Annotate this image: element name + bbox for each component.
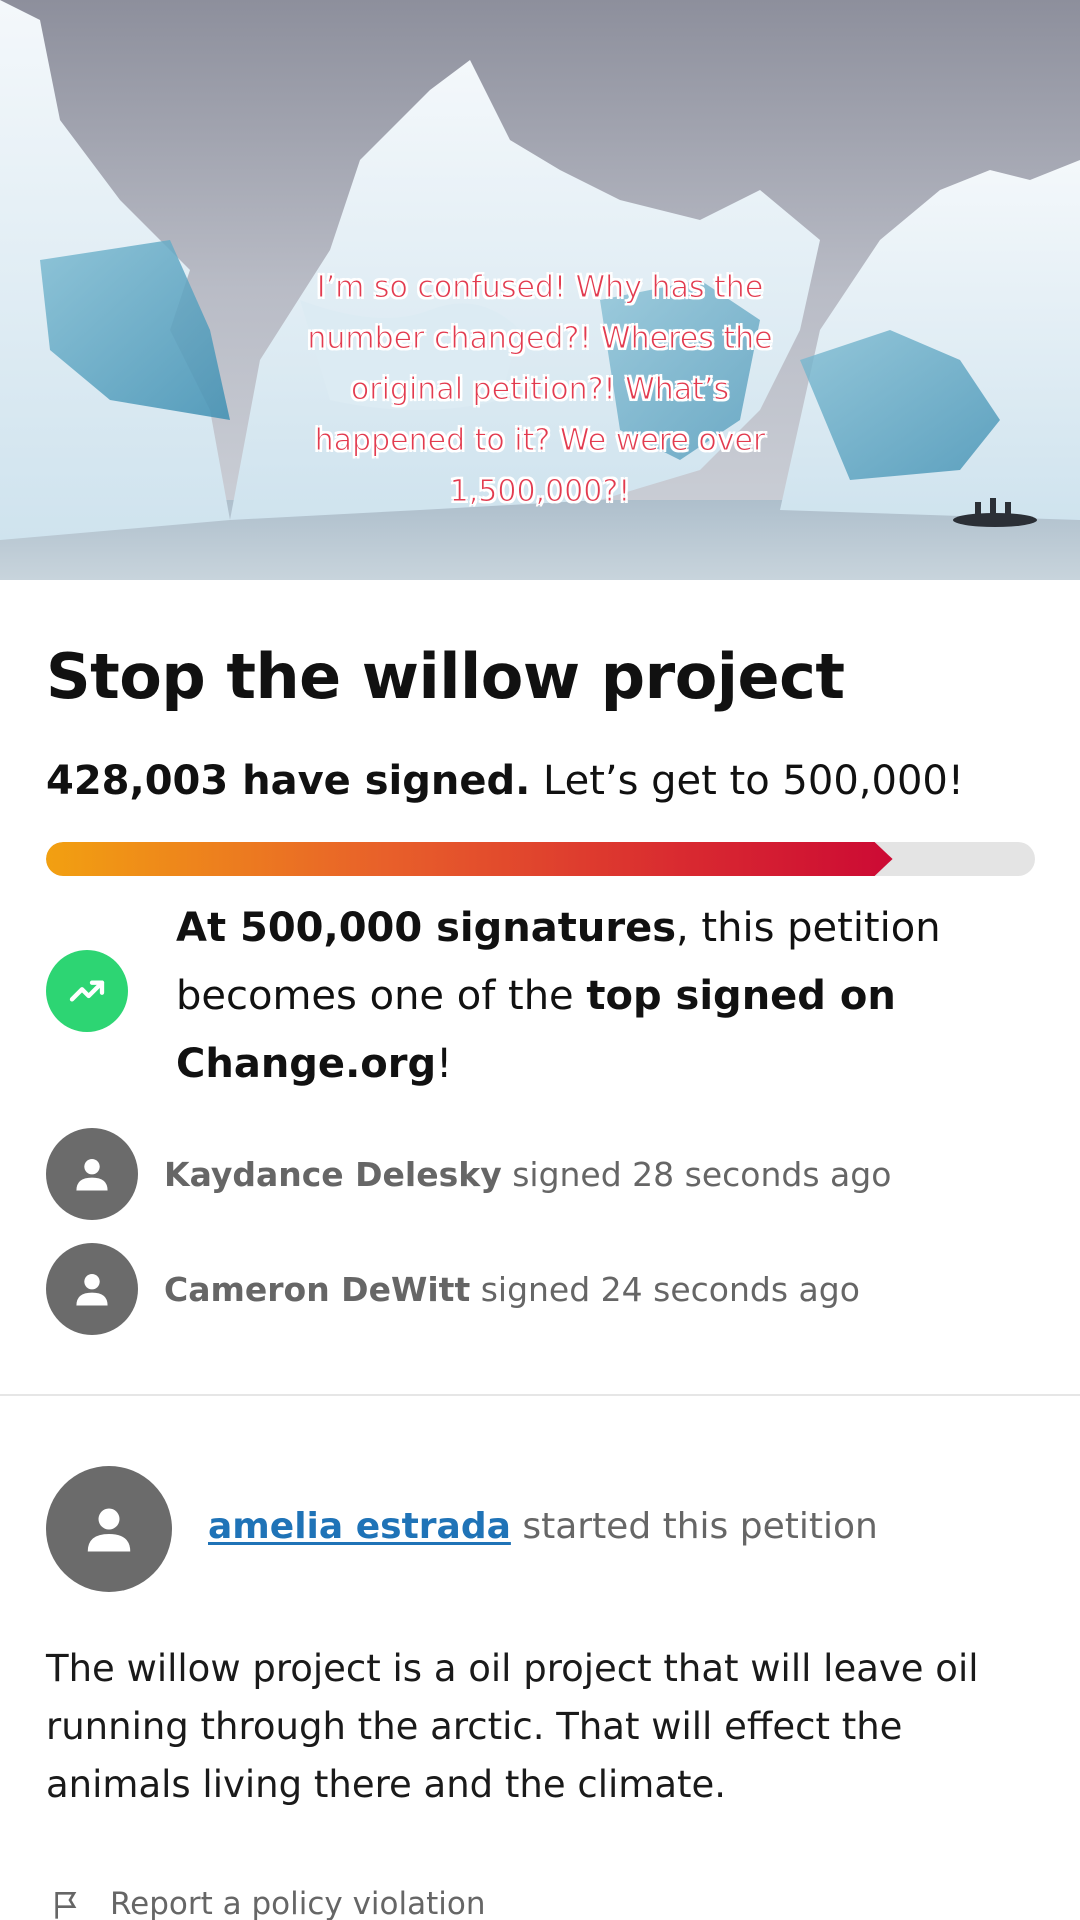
avatar [46, 1243, 138, 1335]
goal-text: Let’s get to 500,000! [530, 758, 964, 804]
report-label: Report a policy violation [110, 1886, 486, 1920]
recent-signer-row: Kaydance Delesky signed 28 seconds ago [46, 1128, 1046, 1220]
signer-text: Kaydance Delesky signed 28 seconds ago [164, 1155, 891, 1194]
milestone-bold-1: At 500,000 signatures [176, 905, 676, 951]
progress-bar-fill [46, 842, 893, 876]
starter-text: amelia estrada started this petition [208, 1506, 878, 1547]
starter-avatar[interactable] [46, 1466, 172, 1592]
petition-title: Stop the willow project [46, 640, 845, 713]
starter-action: started this petition [510, 1506, 878, 1547]
person-icon [87, 1508, 131, 1552]
hero-image: I’m so confused! Why has the number chan… [0, 0, 1080, 580]
signature-count: 428,003 have signed. Let’s get to 500,00… [46, 758, 964, 804]
overlay-caption: I’m so confused! Why has the number chan… [307, 270, 773, 510]
flag-icon [55, 1892, 77, 1919]
milestone-message: At 500,000 signatures, this petition bec… [176, 894, 1036, 1098]
signer-name: Kaydance Delesky [164, 1154, 502, 1194]
section-divider [0, 1394, 1080, 1396]
progress-bar [46, 842, 1035, 876]
report-policy-violation-link[interactable]: Report a policy violation [50, 1886, 486, 1920]
person-icon [76, 1158, 108, 1191]
signed-count: 428,003 have signed. [46, 758, 531, 804]
avatar [46, 1128, 138, 1220]
trending-up-icon [46, 950, 128, 1032]
signer-text: Cameron DeWitt signed 24 seconds ago [164, 1270, 860, 1309]
signer-action: signed 28 seconds ago [501, 1154, 892, 1194]
starter-profile-link[interactable]: amelia estrada [208, 1506, 511, 1547]
signer-name: Cameron DeWitt [164, 1269, 471, 1309]
recent-signer-row: Cameron DeWitt signed 24 seconds ago [46, 1243, 1046, 1335]
petition-description: The willow project is a oil project that… [46, 1647, 979, 1806]
signer-action: signed 24 seconds ago [470, 1269, 860, 1309]
person-icon [76, 1273, 108, 1306]
milestone-text-2: ! [436, 1041, 453, 1087]
